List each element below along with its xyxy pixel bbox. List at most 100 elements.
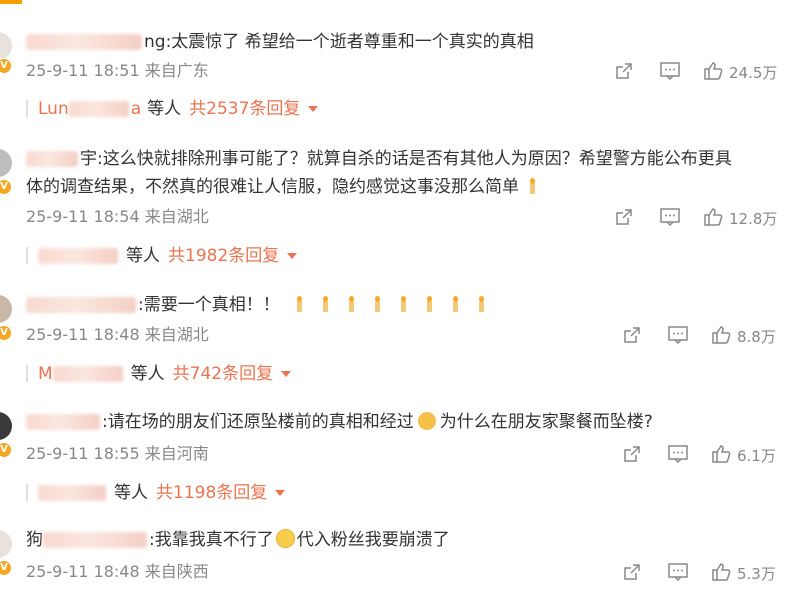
thumbs-up-icon[interactable]: [711, 444, 731, 464]
comment-text: ng:太震惊了 希望给一个逝者尊重和一个真实的真相: [26, 28, 769, 56]
reply-count[interactable]: 共742条回复: [173, 364, 273, 384]
comment-body-line1: :这么快就排除刑事可能了？就算自杀的话是否有其他人为原因？希望警方能公布更具: [97, 149, 732, 169]
chevron-down-icon[interactable]: [275, 490, 286, 496]
reply-deng: 等人: [147, 99, 182, 119]
verified-badge-icon: V: [0, 442, 12, 458]
candle-emoji-icon: [320, 296, 330, 312]
comment-actions: 24.5万: [614, 61, 799, 83]
comment-meta: 25-9-11 18:48 来自湖北: [26, 324, 209, 346]
comment-body-a: :请在场的朋友们还原坠楼前的真相和经过: [102, 412, 414, 432]
comment-time: 25-9-11 18:48: [26, 325, 140, 344]
blurred-username[interactable]: [26, 151, 78, 167]
username-tail[interactable]: ng: [144, 32, 166, 52]
reply-username[interactable]: M: [38, 364, 53, 384]
verified-badge-icon: V: [0, 58, 12, 74]
comment-body-b: 为什么在朋友家聚餐而坠楼?: [439, 412, 653, 432]
like-count: 12.8万: [729, 210, 778, 228]
like-count: 24.5万: [729, 64, 778, 82]
comment-body-line2: 体的调查结果，不然真的很难让人信服，隐约感觉这事没那么简单: [26, 177, 519, 197]
comment-text: :请在场的朋友们还原坠楼前的真相和经过 为什么在朋友家聚餐而坠楼?: [26, 408, 769, 436]
candle-emoji-icon: [398, 296, 408, 312]
avatar[interactable]: [0, 295, 12, 323]
reply-username-tail[interactable]: a: [131, 99, 141, 119]
accent-bar: [0, 0, 22, 4]
share-icon[interactable]: [614, 61, 634, 81]
chevron-down-icon[interactable]: [308, 106, 319, 112]
comment-text: :需要一个真相！！: [26, 291, 769, 319]
reply-deng: 等人: [114, 483, 148, 503]
pray-emoji-icon: [417, 412, 436, 430]
reply-username[interactable]: Lun: [38, 99, 69, 119]
comment-body: :太震惊了 希望给一个逝者尊重和一个真实的真相: [165, 32, 534, 52]
chevron-down-icon[interactable]: [287, 253, 298, 259]
reply-summary[interactable]: Lun a 等人 共2537条回复: [26, 97, 319, 121]
comment-location: 来自河南: [144, 444, 209, 463]
comment-actions: 12.8万: [614, 207, 799, 229]
comment-icon[interactable]: [667, 562, 689, 582]
share-icon[interactable]: [622, 325, 642, 345]
comment-actions: 6.1万: [622, 444, 799, 466]
avatar[interactable]: [0, 149, 12, 177]
share-icon[interactable]: [622, 562, 642, 582]
username-head[interactable]: 狗: [26, 530, 43, 550]
verified-badge-icon: V: [0, 325, 12, 341]
thumbs-up-icon[interactable]: [703, 61, 723, 81]
reply-divider: [26, 484, 28, 501]
comment-icon[interactable]: [659, 207, 681, 227]
blurred-username[interactable]: [38, 485, 106, 501]
comment-time: 25-9-11 18:51: [26, 61, 140, 80]
comment-actions: 8.8万: [622, 325, 799, 347]
candle-emoji-icon: [476, 296, 486, 312]
reply-summary[interactable]: 等人 共1982条回复: [26, 244, 298, 268]
like-count: 5.3万: [737, 565, 776, 583]
candle-emoji-icon: [424, 296, 434, 312]
comment-location: 来自陕西: [144, 562, 209, 581]
reply-deng: 等人: [126, 246, 160, 266]
reply-deng: 等人: [130, 364, 165, 384]
crying-emoji-icon: [275, 529, 295, 548]
comment-time: 25-9-11 18:55: [26, 444, 140, 463]
avatar[interactable]: [0, 530, 12, 558]
thumbs-up-icon[interactable]: [711, 325, 731, 345]
candle-emoji-icon: [346, 296, 356, 312]
reply-summary[interactable]: 等人 共1198条回复: [26, 481, 286, 505]
blurred-username[interactable]: [26, 34, 142, 50]
like-count: 6.1万: [737, 447, 776, 465]
comment-text: 宇:这么快就排除刑事可能了？就算自杀的话是否有其他人为原因？希望警方能公布更具 …: [26, 145, 769, 201]
candle-emoji-icon: [372, 296, 382, 312]
share-icon[interactable]: [622, 444, 642, 464]
thumbs-up-icon[interactable]: [711, 562, 731, 582]
reply-count[interactable]: 共2537条回复: [189, 99, 300, 119]
reply-count[interactable]: 共1198条回复: [156, 483, 267, 503]
comment-icon[interactable]: [667, 444, 689, 464]
comment-location: 来自湖北: [144, 325, 209, 344]
comment-meta: 25-9-11 18:51 来自广东: [26, 60, 209, 82]
share-icon[interactable]: [614, 207, 634, 227]
comment-meta: 25-9-11 18:54 来自湖北: [26, 206, 209, 228]
reply-count[interactable]: 共1982条回复: [168, 246, 279, 266]
comment-icon[interactable]: [667, 325, 689, 345]
blurred-username: [68, 101, 129, 117]
reply-divider: [26, 100, 28, 117]
reply-divider: [26, 247, 28, 264]
comment-meta: 25-9-11 18:55 来自河南: [26, 443, 209, 465]
comment-icon[interactable]: [659, 61, 681, 81]
like-count: 8.8万: [737, 328, 776, 346]
thumbs-up-icon[interactable]: [703, 207, 723, 227]
comment-time: 25-9-11 18:54: [26, 207, 140, 226]
chevron-down-icon[interactable]: [281, 371, 292, 377]
reply-summary[interactable]: M 等人 共742条回复: [26, 362, 292, 386]
blurred-username[interactable]: [26, 297, 136, 313]
previous-item-strip: [0, 0, 799, 10]
comment-time: 25-9-11 18:48: [26, 562, 140, 581]
blurred-username[interactable]: [43, 532, 147, 548]
avatar[interactable]: [0, 32, 12, 60]
comment-location: 来自湖北: [144, 207, 209, 226]
comment-meta: 25-9-11 18:48 来自陕西: [26, 561, 209, 583]
blurred-username[interactable]: [38, 248, 118, 264]
username-tail[interactable]: 宇: [80, 149, 97, 169]
blurred-username[interactable]: [26, 414, 100, 430]
avatar[interactable]: [0, 412, 12, 440]
candle-emoji-icon: [527, 178, 537, 194]
candle-emoji-icon: [294, 296, 304, 312]
